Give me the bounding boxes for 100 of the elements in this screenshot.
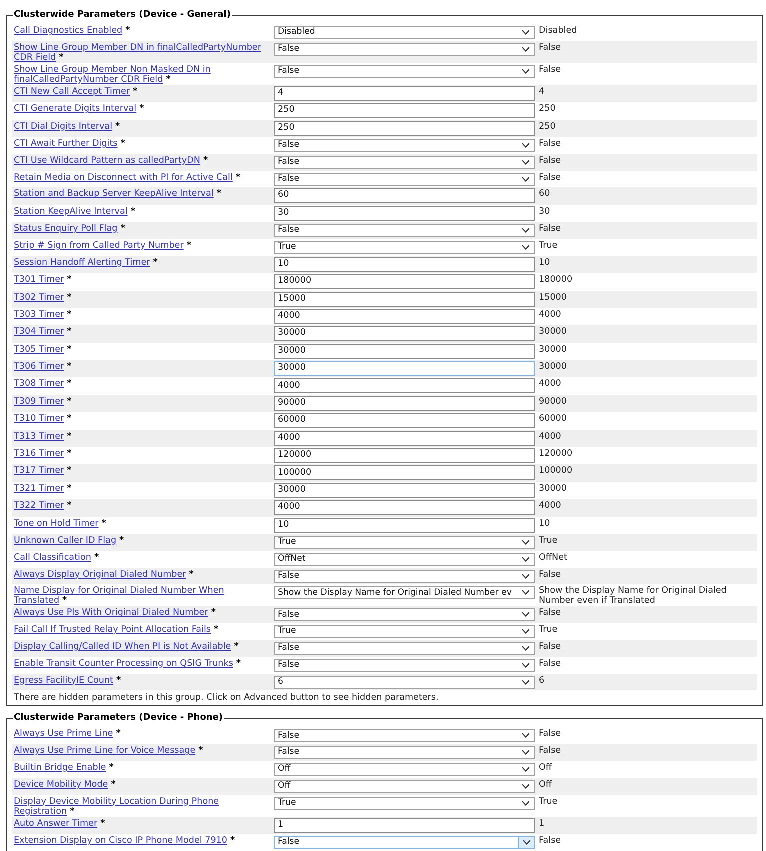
required-mark: * (120, 536, 124, 546)
input-field[interactable]: 60 (274, 188, 535, 204)
dropdown[interactable]: False (274, 172, 535, 186)
input-field[interactable]: 30000 (274, 482, 535, 498)
parameter-link[interactable]: Always Use PIs With Original Dialed Number * (14, 608, 216, 618)
parameter-link[interactable]: Station KeepAlive Interval * (14, 206, 136, 217)
dropdown[interactable]: False (274, 138, 535, 152)
input-field[interactable]: 250 (274, 103, 535, 118)
parameter-link[interactable]: Unknown Caller ID Flag * (14, 536, 124, 546)
parameter-link[interactable]: Status Enquiry Poll Flag * (14, 224, 126, 234)
parameter-link[interactable]: T313 Timer * (14, 432, 72, 442)
parameter-link[interactable]: Call Classification * (14, 552, 100, 563)
parameter-link[interactable]: Strip # Sign from Called Party Number * (14, 240, 192, 251)
parameter-link[interactable]: T304 Timer * (14, 327, 72, 338)
input-field[interactable]: 10 (274, 518, 535, 533)
default-value: 10 (539, 518, 550, 529)
input-field[interactable]: 10 (274, 256, 535, 272)
default-value: Off (539, 762, 552, 773)
default-value: 100000 (539, 466, 573, 476)
parameter-link[interactable]: Retain Media on Disconnect with PI for Active Call * (14, 172, 241, 183)
input-field[interactable]: 4000 (274, 430, 535, 446)
default-value: 30000 (539, 327, 567, 338)
input-field[interactable]: 180000 (274, 274, 535, 290)
dropdown[interactable]: OffNet (274, 552, 535, 566)
parameter-link[interactable]: Always Use Prime Line * (14, 729, 121, 740)
dropdown[interactable]: False (274, 836, 535, 849)
parameter-link[interactable]: Always Use Prime Line for Voice Message * (14, 746, 204, 756)
parameter-link[interactable]: CTI Await Further Digits * (14, 138, 126, 149)
parameter-link[interactable]: Enable Transit Counter Processing on QSIG Trunks * (14, 658, 242, 669)
parameter-link[interactable]: Call Diagnostics Enabled * (14, 26, 130, 36)
dropdown[interactable]: False (274, 224, 535, 238)
input-field[interactable]: 4000 (274, 500, 535, 516)
dropdown[interactable]: False (274, 42, 535, 56)
dropdown[interactable]: False (274, 658, 535, 672)
parameter-link[interactable]: Station and Backup Server KeepAlive Interval * (14, 189, 222, 200)
dropdown[interactable]: True (274, 796, 535, 810)
default-value: Off (539, 780, 552, 790)
dropdown[interactable]: 6 (274, 676, 535, 689)
input-field[interactable]: 60000 (274, 413, 535, 428)
parameter-link[interactable]: T303 Timer * (14, 310, 72, 320)
input-field[interactable]: 250 (274, 120, 535, 136)
input-field[interactable]: 30000 (274, 361, 535, 376)
parameter-link[interactable]: T305 Timer * (14, 344, 72, 355)
chevron-down-icon (522, 30, 530, 35)
input-field[interactable]: 1 (274, 818, 535, 833)
parameter-link[interactable]: Egress FacilityIE Count * (14, 676, 122, 686)
input-field[interactable]: 90000 (274, 396, 535, 411)
dropdown[interactable]: True (274, 536, 535, 549)
dropdown[interactable]: True (274, 625, 535, 638)
dropdown[interactable]: False (274, 642, 535, 655)
parameter-link[interactable]: Device Mobility Mode * (14, 780, 116, 790)
input-field[interactable]: 4000 (274, 378, 535, 394)
dropdown[interactable]: False (274, 608, 535, 622)
input-field[interactable]: 120000 (274, 448, 535, 464)
parameter-link[interactable]: CTI Use Wildcard Pattern as calledPartyDN * (14, 156, 208, 166)
input-field[interactable]: 30000 (274, 326, 535, 342)
input-field[interactable]: 4 (274, 86, 535, 101)
parameter-link[interactable]: T310 Timer * (14, 414, 72, 424)
dropdown[interactable]: Off (274, 780, 535, 793)
input-field[interactable]: 15000 (274, 292, 535, 307)
parameter-link[interactable]: T301 Timer * (14, 275, 72, 286)
parameter-link[interactable]: Display Device Mobility Location During Phone Registration * (14, 796, 270, 817)
parameter-link[interactable]: Always Display Original Dialed Number * (14, 570, 194, 580)
parameter-link[interactable]: T317 Timer * (14, 466, 72, 476)
parameter-link[interactable]: T308 Timer * (14, 379, 72, 390)
parameter-link[interactable]: T302 Timer * (14, 292, 72, 303)
parameter-link[interactable]: T309 Timer * (14, 396, 72, 407)
parameter-link[interactable]: Auto Answer Timer * (14, 818, 106, 829)
dropdown[interactable]: Off (274, 762, 535, 776)
parameter-link[interactable]: Builtin Bridge Enable * (14, 762, 114, 773)
parameter-link[interactable]: Show Line Group Member Non Masked DN in finalCalledPartyNumber CDR Field * (14, 64, 270, 85)
dropdown[interactable]: False (274, 64, 535, 78)
parameter-link[interactable]: CTI New Call Accept Timer * (14, 86, 138, 97)
dropdown[interactable]: False (274, 570, 535, 583)
dropdown[interactable]: False (274, 156, 535, 169)
parameter-link[interactable]: T322 Timer * (14, 501, 72, 512)
default-value: 60 (539, 189, 550, 200)
input-field[interactable]: 100000 (274, 465, 535, 480)
parameter-link[interactable]: CTI Generate Digits Interval * (14, 104, 144, 114)
dropdown[interactable]: Show the Display Name for Original Dialed Number ev (274, 586, 535, 600)
dropdown[interactable]: Disabled (274, 26, 535, 39)
dropdown[interactable]: False (274, 746, 535, 760)
parameter-link[interactable]: Fail Call If Trusted Relay Point Allocation Fails * (14, 625, 219, 636)
parameter-link[interactable]: CTI Dial Digits Interval * (14, 122, 120, 132)
input-field[interactable]: 4000 (274, 308, 535, 324)
parameter-link[interactable]: Extension Display on Cisco IP Phone Model 7910 * (14, 836, 236, 846)
input-field[interactable]: 30000 (274, 344, 535, 359)
parameter-link[interactable]: Name Display for Original Dialed Number When Translated * (14, 586, 270, 606)
parameter-link[interactable]: T306 Timer * (14, 362, 72, 372)
parameter-link[interactable]: Session Handoff Alerting Timer * (14, 258, 158, 268)
parameter-link[interactable]: T316 Timer * (14, 449, 72, 460)
default-value: False (539, 746, 562, 756)
parameter-link[interactable]: Tone on Hold Timer * (14, 518, 106, 529)
parameter-link[interactable]: T321 Timer * (14, 484, 72, 494)
dropdown[interactable]: True (274, 240, 535, 254)
input-field[interactable]: 30 (274, 206, 535, 221)
dropdown[interactable]: False (274, 729, 535, 742)
default-value: 4000 (539, 310, 562, 320)
parameter-link[interactable]: Display Calling/Called ID When PI is Not Available * (14, 642, 239, 652)
parameter-link[interactable]: Show Line Group Member DN in finalCalledPartyNumber CDR Field * (14, 42, 270, 63)
